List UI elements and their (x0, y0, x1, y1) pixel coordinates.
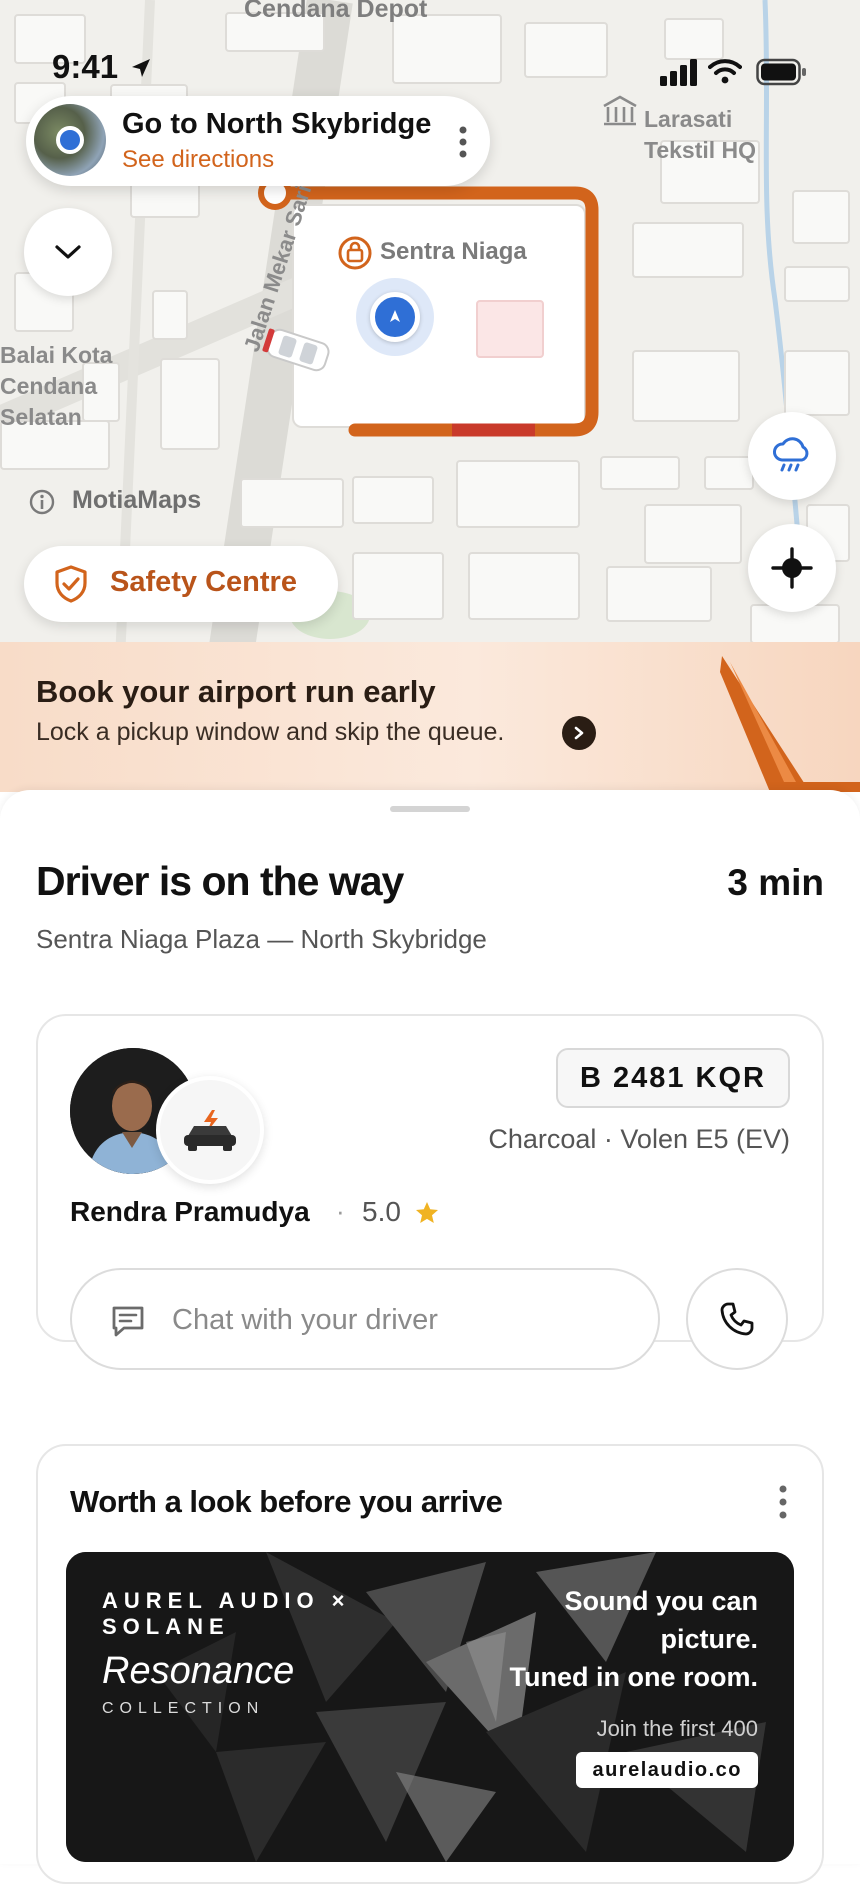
sheet-grab-handle[interactable] (390, 806, 470, 812)
directions-title: Go to North Skybridge (122, 108, 432, 140)
map-label-larasati: Larasati Tekstil HQ (644, 106, 757, 163)
cellular-signal-icon (660, 59, 697, 86)
ad-options-icon[interactable] (776, 1482, 790, 1522)
safety-centre-button[interactable]: Safety Centre (24, 546, 338, 622)
current-location-marker (356, 278, 434, 356)
chevron-right-icon (574, 726, 584, 740)
directions-pill[interactable]: Go to North Skybridge See directions (26, 96, 490, 186)
map-label-depot: Cendana Depot (244, 0, 428, 23)
map-attribution: MotiaMaps (72, 486, 202, 514)
shield-check-icon (55, 565, 87, 603)
chat-placeholder: Chat with your driver (172, 1304, 438, 1336)
chat-input[interactable]: Chat with your driver (70, 1268, 660, 1370)
location-dot-icon (56, 126, 84, 154)
ad-card: Worth a look before you arrive AUREL AUD… (36, 1444, 824, 1884)
trip-sheet: Driver is on the way 3 min Sentra Niaga … (0, 790, 860, 1884)
crosshair-icon (771, 547, 813, 589)
ad-subline: Join the first 400 (596, 1716, 758, 1741)
airplane-wing-illustration (720, 656, 860, 792)
trip-status-title: Driver is on the way (36, 858, 404, 904)
recenter-button[interactable] (748, 524, 836, 612)
ad-url-button[interactable]: aurelaudio.co (576, 1752, 758, 1788)
shopping-bag-icon (338, 236, 372, 270)
map-label-balai-kota: Balai Kota Cendana Selatan (0, 342, 113, 430)
rating-separator: · (336, 1196, 345, 1226)
heading-arrow-icon (390, 310, 400, 322)
ad-brand: AUREL AUDIO × SOLANE (102, 1588, 351, 1639)
weather-button[interactable] (748, 412, 836, 500)
driver-rating: 5.0 (362, 1196, 401, 1227)
promo-title: Book your airport run early (36, 674, 436, 709)
collapse-button[interactable] (24, 208, 112, 296)
status-time: 9:41 (52, 48, 119, 85)
battery-icon (756, 58, 806, 86)
ad-collection-name: Resonance (102, 1650, 295, 1692)
driver-card: B 2481 KQR Charcoal · Volen E5 (EV) Rend… (36, 1014, 824, 1370)
rain-cloud-icon (773, 437, 809, 472)
ad-banner[interactable]: AUREL AUDIO × SOLANE Resonance COLLECTIO… (66, 1552, 794, 1862)
vehicle-badge (156, 1076, 264, 1184)
more-options-icon[interactable] (456, 122, 470, 162)
building-icon (603, 95, 637, 126)
wifi-icon (708, 59, 742, 84)
trip-route: Sentra Niaga Plaza — North Skybridge (36, 924, 487, 954)
ad-headline: Sound you can picture. Tuned in one room… (509, 1586, 758, 1692)
call-button[interactable] (686, 1268, 788, 1370)
vehicle-description: Charcoal · Volen E5 (EV) (488, 1124, 790, 1154)
trip-eta: 3 min (727, 862, 824, 903)
promo-banner[interactable]: Book your airport run early Lock a picku… (0, 642, 860, 792)
star-icon (416, 1202, 438, 1223)
driver-name: Rendra Pramudya (70, 1196, 310, 1227)
directions-subtitle[interactable]: See directions (122, 146, 274, 174)
street-view-thumbnail (34, 104, 106, 176)
promo-arrow-button[interactable] (562, 716, 596, 750)
safety-centre-label: Safety Centre (110, 566, 297, 598)
promo-subtitle: Lock a pickup window and skip the queue. (36, 718, 505, 746)
info-icon[interactable] (28, 488, 56, 516)
map-label-sentra-niaga: Sentra Niaga (380, 238, 527, 265)
ad-collection-label: COLLECTION (102, 1700, 265, 1717)
phone-icon (720, 1302, 754, 1336)
license-plate: B 2481 KQR (555, 1048, 790, 1108)
ev-car-icon (184, 1110, 236, 1151)
chat-bubble-icon (112, 1306, 144, 1337)
location-arrow-icon (132, 59, 150, 77)
ad-section-title: Worth a look before you arrive (70, 1484, 503, 1519)
chevron-down-icon (55, 245, 81, 259)
map-view[interactable]: Cendana Depot Larasati Tekstil HQ Balai … (0, 0, 860, 660)
